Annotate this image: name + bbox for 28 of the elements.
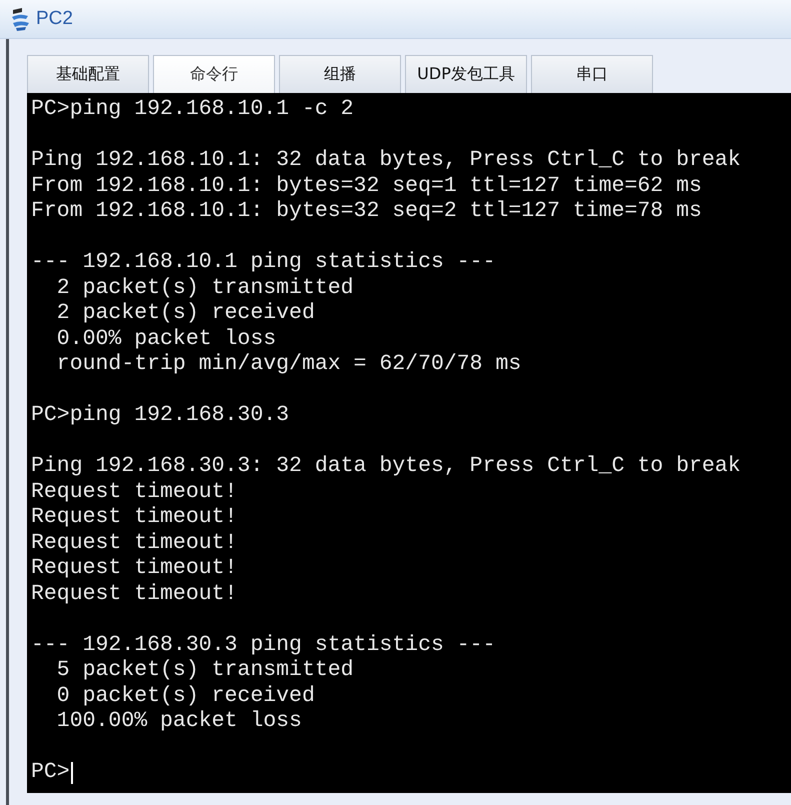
terminal-line: Ping 192.168.30.3: 32 data bytes, Press Ctrl_C to break <box>31 454 741 480</box>
terminal-line: Request timeout! <box>31 556 238 582</box>
terminal-line: Request timeout! <box>31 530 238 556</box>
window-title: PC2 <box>36 8 73 30</box>
terminal-line: --- 192.168.10.1 ping statistics --- <box>31 250 496 276</box>
terminal-line: 0 packet(s) received <box>56 684 315 709</box>
tab[interactable]: 组播 <box>279 55 401 93</box>
tab[interactable]: 基础配置 <box>27 55 149 93</box>
terminal-line: 5 packet(s) transmitted <box>56 658 354 684</box>
tab[interactable]: UDP发包工具 <box>405 55 527 93</box>
terminal-line: PC> <box>31 760 70 786</box>
terminal-line: 2 packet(s) received <box>56 301 315 326</box>
terminal-line: From 192.168.10.1: bytes=32 seq=1 ttl=127 time=62 ms <box>31 174 702 199</box>
terminal-line: Request timeout! <box>31 480 238 505</box>
terminal-line: Request timeout! <box>31 582 238 607</box>
terminal-line: round-trip min/avg/max = 62/70/78 ms <box>56 352 522 378</box>
tab[interactable]: 命令行 <box>153 55 275 93</box>
terminal-line: Ping 192.168.10.1: 32 data bytes, Press Ctrl_C to break <box>31 148 741 174</box>
tab[interactable]: 串口 <box>531 55 653 93</box>
terminal-line: 0.00% packet loss <box>56 326 276 352</box>
terminal-line: PC>ping 192.168.10.1 -c 2 <box>31 97 354 122</box>
terminal-line: 100.00% packet loss <box>56 709 302 734</box>
network-pc-icon <box>10 6 32 32</box>
terminal-line: 2 packet(s) transmitted <box>56 276 354 301</box>
terminal-line: PC>ping 192.168.30.3 <box>31 403 290 428</box>
terminal-line: Request timeout! <box>31 505 238 530</box>
terminal-line: --- 192.168.30.3 ping statistics --- <box>31 632 496 658</box>
terminal-line: From 192.168.10.1: bytes=32 seq=2 ttl=127 time=78 ms <box>31 199 702 224</box>
